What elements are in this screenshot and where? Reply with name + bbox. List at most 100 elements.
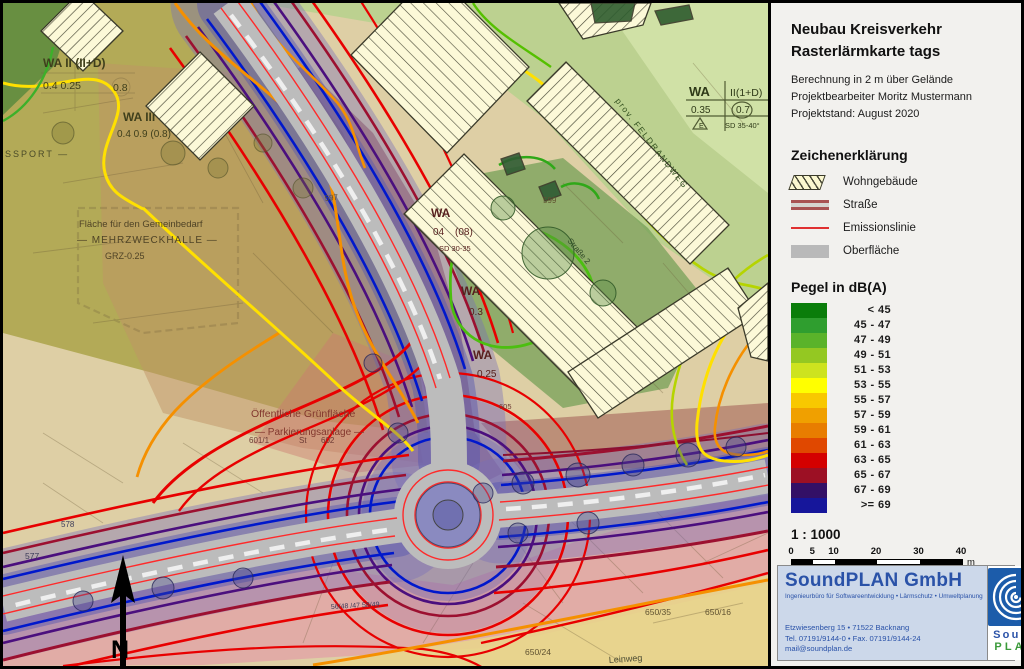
map-label: 0.3 [469, 307, 483, 318]
title-block: Neubau Kreisverkehr Rasterlärmkarte tags… [791, 19, 1011, 123]
level-color-swatch [791, 468, 827, 483]
level-range-label: 47 - 49 [827, 334, 891, 346]
level-row: >= 69 [791, 498, 1011, 513]
level-color-swatch [791, 393, 827, 408]
company-name: SoundPLAN GmbH [785, 570, 983, 592]
map-label: WA [431, 206, 451, 220]
map-label: 0.4 0.9 (0.8) [117, 129, 171, 140]
phone-line: Tel. 07191/9144-0 • Fax. 07191/9144-24 [785, 634, 921, 644]
scale-bar-segment [835, 560, 878, 564]
map-label: Öffentliche Grünfläche [251, 408, 355, 420]
legend-item-label: Straße [843, 199, 878, 211]
map-sheet: WA II (II+D)0.4 0.250.8WA III0.4 0.9 (0.… [0, 0, 1024, 669]
scale-bar-segment [877, 560, 920, 564]
company-footer: SoundPLAN GmbH Ingenieurbüro für Softwar… [777, 565, 1015, 661]
title-subtext: Berechnung in 2 m über Gelände Projektbe… [791, 73, 1011, 123]
map-label: 0.8 [113, 82, 128, 94]
legend-item: Emissionslinie [791, 217, 1011, 240]
level-range-label: 61 - 63 [827, 439, 891, 451]
map-label: 577 [25, 551, 39, 561]
legend-panel: Neubau Kreisverkehr Rasterlärmkarte tags… [768, 3, 1021, 666]
emission-line-symbol [791, 227, 829, 229]
address-line: Etzwiesenberg 15 • 71522 Backnang [785, 623, 921, 633]
logo-text-sound: Sound [993, 629, 1024, 641]
level-color-swatch [791, 453, 827, 468]
map-label: 578 [61, 520, 75, 529]
level-row: 51 - 53 [791, 363, 1011, 378]
map-label: SSPORT — [5, 149, 69, 159]
level-color-swatch [791, 348, 827, 363]
map-label: 650/35 [645, 607, 671, 617]
map-label: WA III [123, 110, 155, 124]
level-legend-heading: Pegel in dB(A) [791, 279, 1011, 295]
map-label: 650/16 [705, 607, 731, 617]
subtitle-status: Projektstand: August 2020 [791, 107, 1011, 122]
level-range-label: 45 - 47 [827, 319, 891, 331]
company-logo: ® Sound PLAN [987, 566, 1024, 660]
subtitle-calculation: Berechnung in 2 m über Gelände [791, 73, 1011, 88]
map-label: Fläche für den Gemeinbedarf [79, 219, 203, 230]
scale-tick-label: 0 [788, 546, 793, 557]
level-row: 55 - 57 [791, 393, 1011, 408]
scale-tick-label: 20 [871, 546, 882, 557]
symbol-legend: Zeichenerklärung WohngebäudeStraßeEmissi… [791, 147, 1011, 263]
level-range-label: 59 - 61 [827, 424, 891, 436]
building-hatch-symbol [788, 175, 825, 190]
map-label: 597 [324, 193, 339, 203]
company-tagline: Ingenieurbüro für Softwareentwicklung • … [785, 593, 983, 600]
level-row: 47 - 49 [791, 333, 1011, 348]
scale-bar-segment [920, 560, 963, 564]
map-label: — MEHRZWECKHALLE — [77, 235, 218, 246]
level-row: 49 - 51 [791, 348, 1011, 363]
company-info: SoundPLAN GmbH Ingenieurbüro für Softwar… [778, 566, 987, 660]
level-range-label: 57 - 59 [827, 409, 891, 421]
level-row: 53 - 55 [791, 378, 1011, 393]
map-label: WA [461, 284, 481, 298]
legend-item-label: Oberfläche [843, 245, 899, 257]
map-label: 04 [433, 227, 445, 238]
level-row: < 45 [791, 303, 1011, 318]
level-range-label: 63 - 65 [827, 454, 891, 466]
level-range-label: >= 69 [827, 499, 891, 511]
map-label: WA [689, 84, 711, 99]
level-color-swatch [791, 318, 827, 333]
scale-bar-segment [813, 560, 834, 564]
level-color-swatch [791, 363, 827, 378]
legend-item-label: Emissionslinie [843, 222, 916, 234]
map-title-line1: Neubau Kreisverkehr [791, 19, 1011, 41]
subtitle-editor: Projektbearbeiter Moritz Mustermann [791, 90, 1011, 105]
logo-text-plan: PLAN [994, 641, 1024, 653]
noise-map-canvas: WA II (II+D)0.4 0.250.8WA III0.4 0.9 (0.… [3, 3, 768, 666]
scale-ratio: 1 : 1000 [791, 527, 1011, 542]
legend-item-label: Wohngebäude [843, 176, 918, 188]
map-label: 650/24 [525, 647, 551, 657]
level-range-label: 65 - 67 [827, 469, 891, 481]
level-color-swatch [791, 423, 827, 438]
map-label: SD 35-40° [725, 121, 760, 130]
legend-item: Oberfläche [791, 240, 1011, 263]
level-row: 65 - 67 [791, 468, 1011, 483]
level-range-label: 49 - 51 [827, 349, 891, 361]
legend-item: Straße [791, 194, 1011, 217]
level-range-label: < 45 [827, 304, 891, 316]
level-row: 63 - 65 [791, 453, 1011, 468]
map-label: — Parkierungsanlage — [255, 427, 364, 438]
level-range-label: 55 - 57 [827, 394, 891, 406]
level-row: 61 - 63 [791, 438, 1011, 453]
surface-symbol [791, 245, 829, 258]
level-legend: Pegel in dB(A) < 45 45 - 47 47 - 49 49 - 51… [791, 279, 1011, 513]
map-label: WA [473, 348, 493, 362]
email-line[interactable]: mail@soundplan.de [785, 644, 921, 654]
level-color-swatch [791, 438, 827, 453]
level-range-label: 53 - 55 [827, 379, 891, 391]
level-range-label: 67 - 69 [827, 484, 891, 496]
level-color-swatch [791, 408, 827, 423]
level-color-swatch [791, 333, 827, 348]
map-label: GRZ-0.25 [105, 251, 145, 261]
map-label: 605 [499, 402, 512, 411]
scale-tick-label: 30 [913, 546, 924, 557]
map-label: 0.35 [691, 105, 711, 116]
map-label: 599 [543, 196, 557, 205]
scale-tick-label: 5 [810, 546, 815, 557]
noise-map: WA II (II+D)0.4 0.250.8WA III0.4 0.9 (0.… [3, 3, 768, 666]
